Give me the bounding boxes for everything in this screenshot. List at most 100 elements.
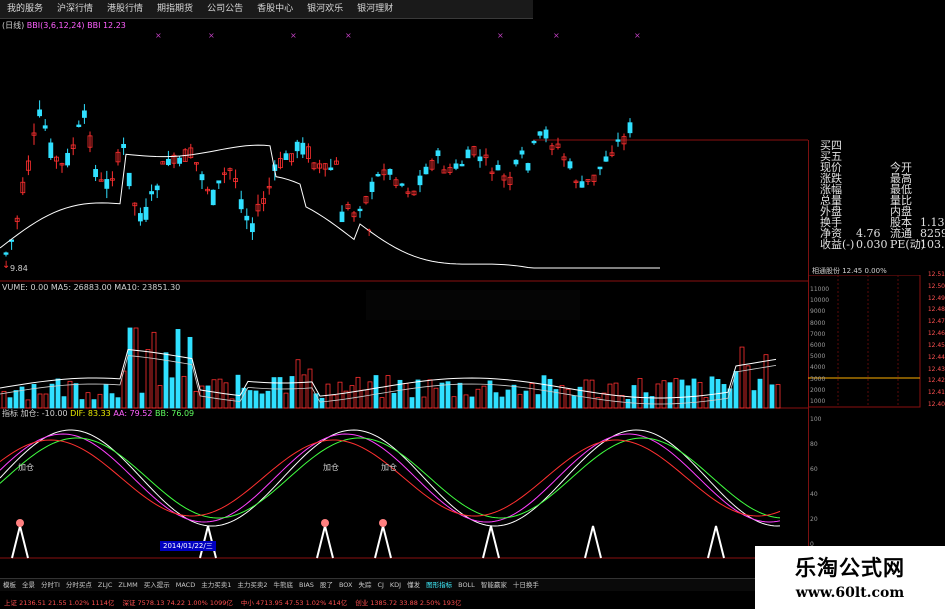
volume-bar [655,383,661,409]
indicator-tab[interactable]: 分时买点 [63,579,95,591]
indicator-tab[interactable]: BOX [336,579,356,591]
candle-body [597,166,603,170]
indicator-tab[interactable]: ZLMM [115,579,140,591]
volume-bar [469,396,475,409]
menu-item[interactable]: 公司公告 [200,0,250,18]
indicator-tab[interactable]: 主力买卖1 [198,579,234,591]
volume-ma5-line [0,349,777,399]
volume-bar [583,379,589,409]
volume-bar [691,378,697,409]
indicator-tab[interactable]: 分时TI [38,579,63,591]
volume-bar [571,395,577,409]
indicator-tab[interactable]: 牛熊底 [270,579,296,591]
indicator-tab-bar: 模板 全景 分时TI 分时买点 ZLJC ZLMM 买入提示 MACD 主力买卖1 主力买卖2 牛熊… [0,578,755,591]
indicator-tab[interactable]: 失踪 [355,579,374,591]
volume-bar [775,384,781,409]
volume-bar [37,393,43,409]
candle-body [525,163,531,171]
candle-body [465,149,471,159]
indicator-tab[interactable]: 图形指标 [423,579,455,591]
scale-label: 12.51 [927,271,945,278]
candle-body [459,163,465,167]
volume-bar [301,374,307,409]
scale-label: 60 [810,466,818,473]
volume-bar [325,383,331,409]
volume-bar [67,380,73,409]
candle-body [435,150,441,157]
candle-body [294,141,300,152]
volume-bar [7,397,13,409]
kdj-j-value: BB: 76.09 [155,409,195,418]
menu-item[interactable]: 香股中心 [250,0,300,18]
volume-bar [91,399,97,409]
watermark-url: www.60lt.com [795,585,905,601]
volume-bar [181,375,187,409]
volume-bar [373,375,379,409]
volume-bar [151,331,157,409]
buy-arrow: ↑ [365,228,373,239]
cursor-date-tag: 2014/01/22/三 [160,541,216,551]
indicator-tab[interactable]: 智能赢家 [478,579,510,591]
candle-body [154,185,160,191]
indicator-tab[interactable]: 模板 [0,579,19,591]
volume-bar [79,399,85,409]
volume-bar [565,388,571,409]
indicator-tab[interactable]: ZLJC [95,579,116,591]
menu-item[interactable]: 沪深行情 [50,0,100,18]
candle-body [82,110,87,118]
scale-label: 12.44 [927,353,945,361]
candle-body [177,157,183,164]
volume-bar [757,378,763,409]
volume-bar [331,394,337,409]
candle-body [121,143,126,149]
volume-bar [343,390,349,409]
volume-bar [103,384,109,409]
volume-bar [517,393,523,409]
kdj-annotation: 加仓 [323,463,339,472]
volume-bar [13,390,19,409]
indicator-tab[interactable]: MACD [173,579,198,591]
candle-body [399,183,405,186]
indicator-tab[interactable]: KDJ [387,579,404,591]
volume-bar [307,368,313,409]
kdj-scale: 100 80 60 40 20 0 [810,416,850,550]
indicator-tab[interactable]: BIAS [296,579,317,591]
indicator-tab[interactable]: 股了 [317,579,336,591]
indicator-tab[interactable]: 主力买卖2 [234,579,270,591]
menu-item[interactable]: 银河理财 [350,0,400,18]
indicator-tab[interactable]: CJ [374,579,386,591]
volume-bar [535,394,541,409]
indicator-tab[interactable]: 买入提示 [141,579,173,591]
menu-item[interactable]: 港股行情 [100,0,150,18]
volume-bar [541,375,547,409]
volume-bar [523,390,529,409]
scale-label: 12.48 [927,306,945,314]
buy-signal-spike [584,525,602,559]
volume-bar [193,390,199,409]
candle-body [137,213,143,222]
buy-signal-spike [316,525,334,559]
volume-bar [25,399,31,409]
volume-bar [499,396,505,409]
volume-bar [169,377,175,409]
indicator-tab[interactable]: BOLL [455,579,478,591]
indicator-tab[interactable]: 十日换手 [510,579,542,591]
site-watermark: 乐淘公式网 www.60lt.com [755,546,945,609]
volume-bar [511,384,517,409]
menu-item[interactable]: 期指期货 [150,0,200,18]
candle-body [283,153,289,161]
indicator-tab[interactable]: 全景 [19,579,38,591]
scale-label: 1000 [810,398,826,405]
volume-bar [643,392,649,409]
volume-bar [271,377,277,409]
menu-item[interactable]: 银河欢乐 [300,0,350,18]
volume-bar [253,390,259,409]
candle-body [357,208,363,212]
blank-region [366,290,580,320]
indicator-tab[interactable]: 懂发 [404,579,423,591]
volume-bar [175,329,181,409]
volume-bar [355,376,361,409]
candle-body [3,252,9,255]
candle-body [149,191,155,195]
menu-item[interactable]: 我的服务 [0,0,50,18]
